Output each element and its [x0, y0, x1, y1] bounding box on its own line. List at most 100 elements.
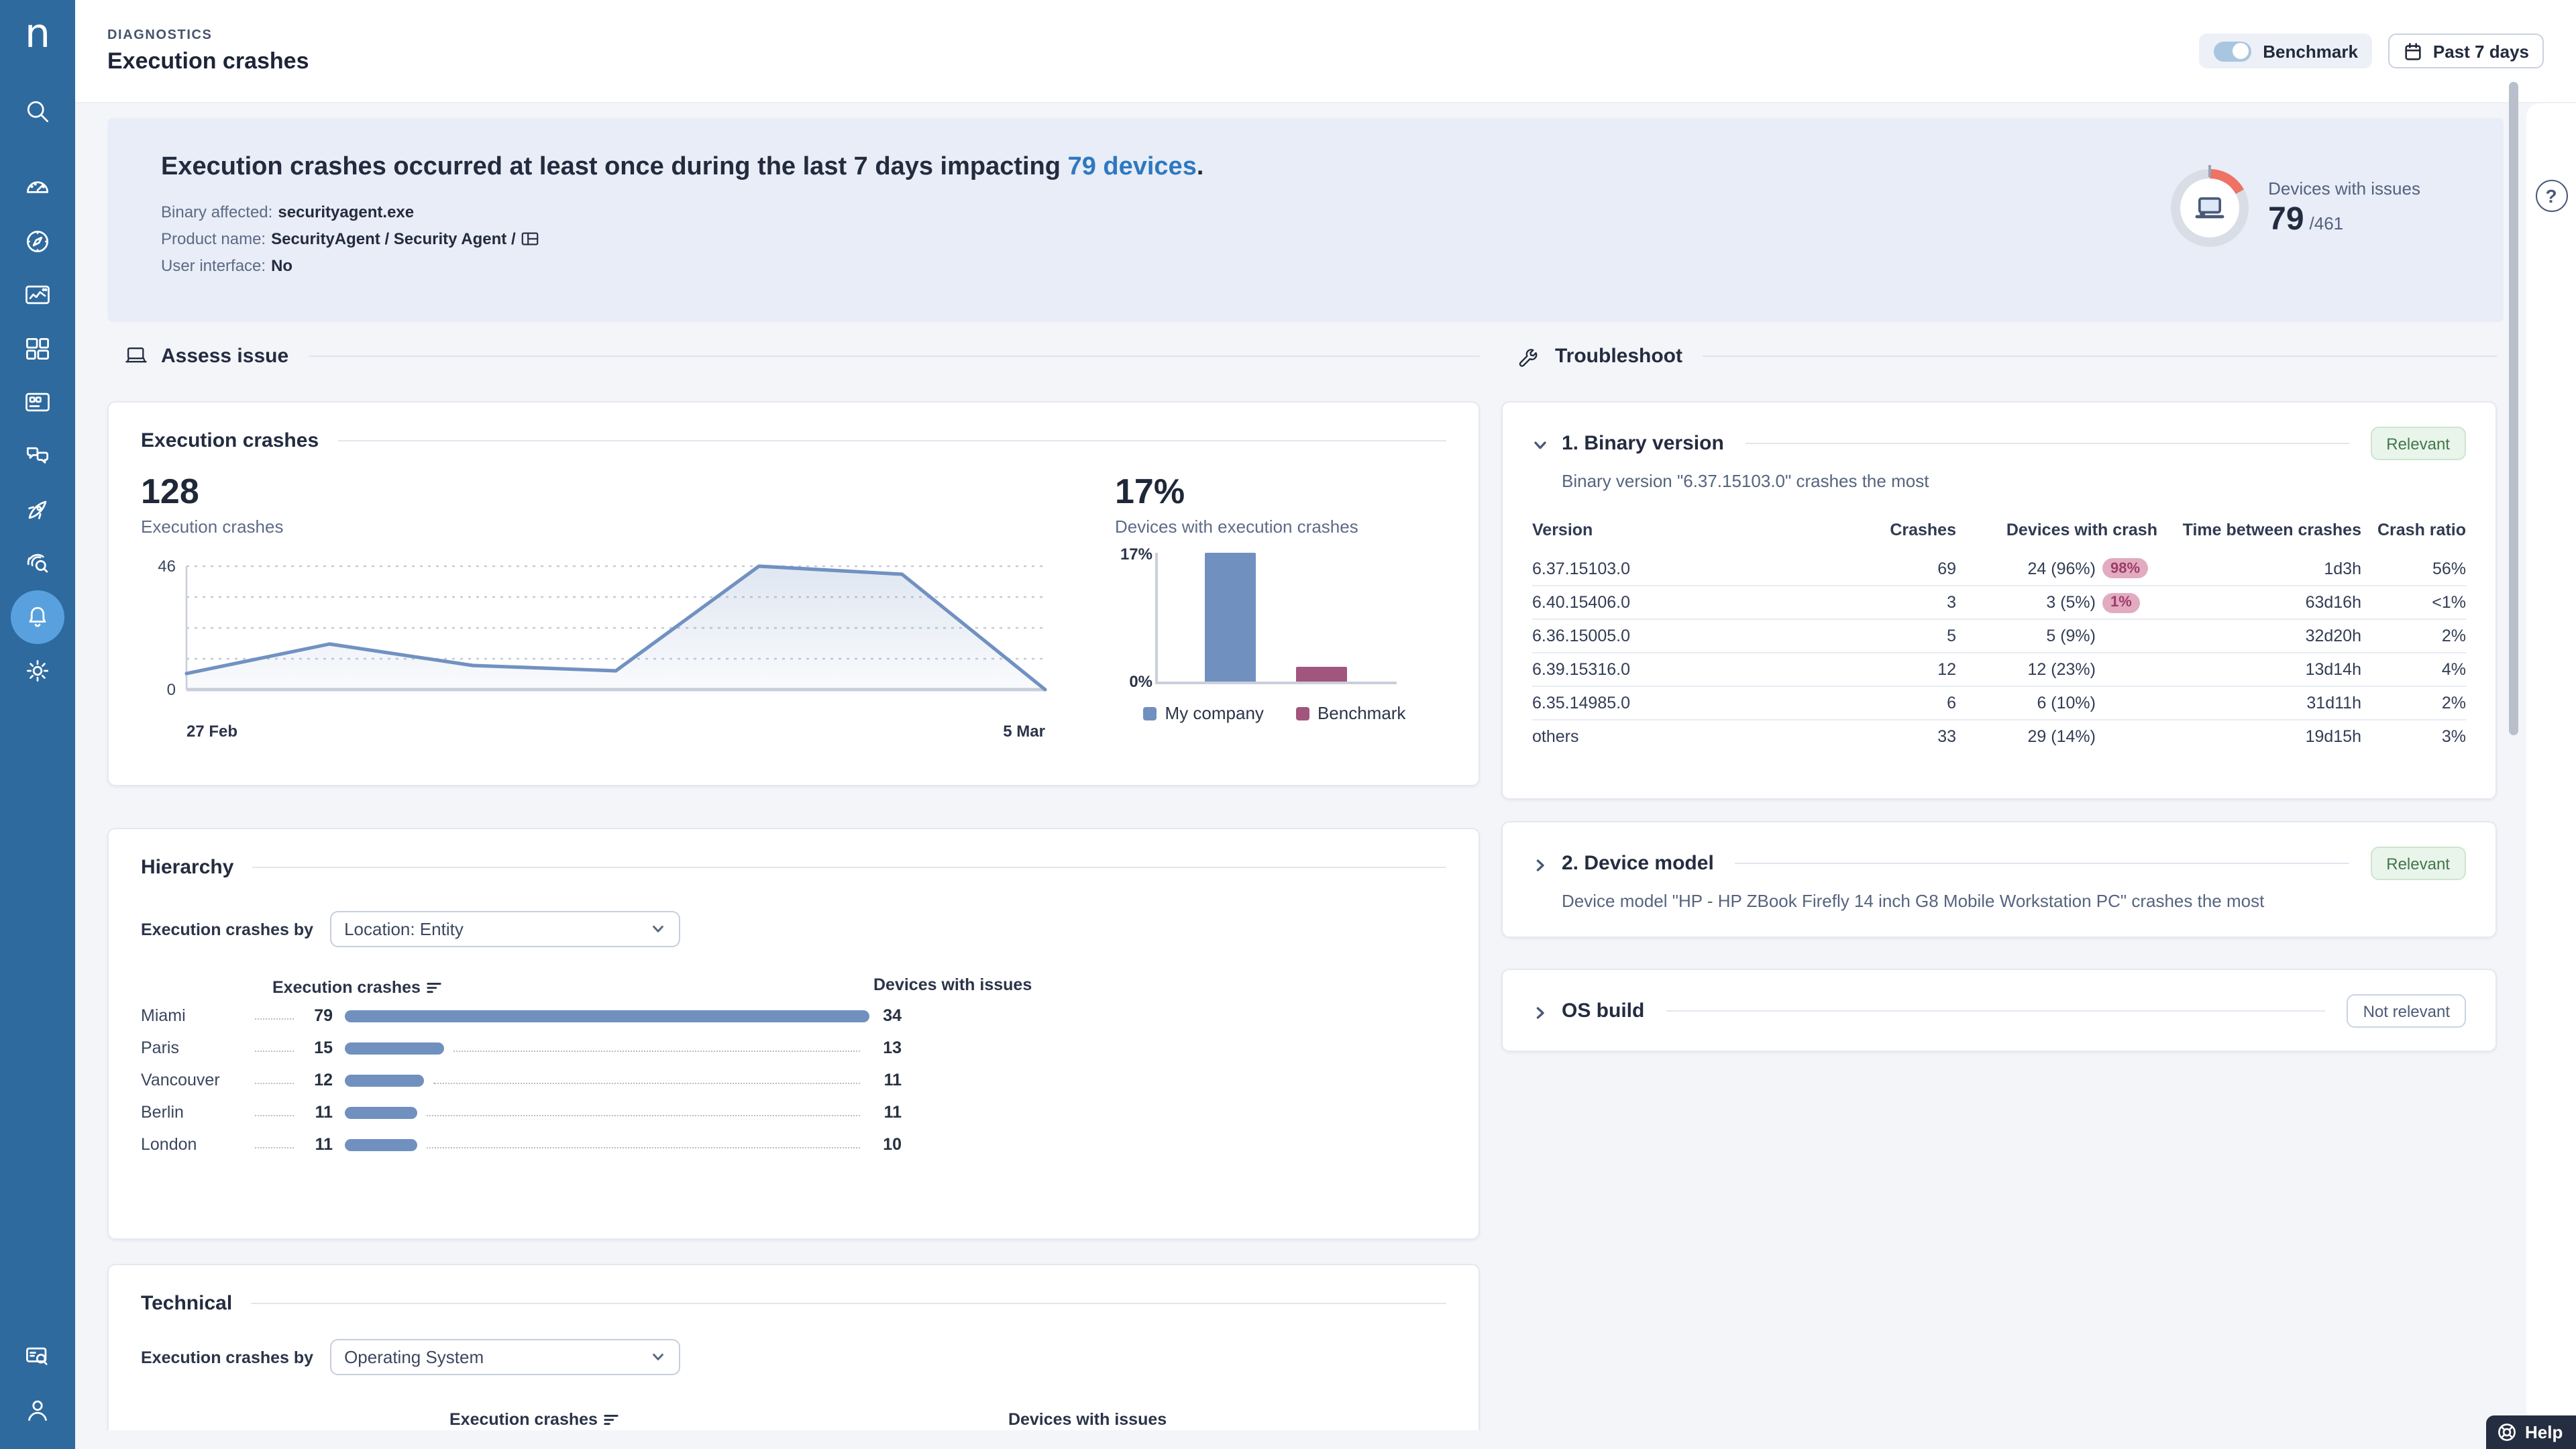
sort-header-crashes[interactable]: Execution crashes — [449, 1410, 619, 1429]
binary-version-subtitle: Binary version "6.37.15103.0" crashes th… — [1562, 471, 2466, 491]
expand-chevron[interactable] — [1532, 855, 1548, 871]
troubleshoot-column: Troubleshoot 1. Binary version Relevant … — [1501, 322, 2497, 1052]
benchmark-pill: 1% — [2102, 592, 2140, 612]
chevron-down-icon — [650, 1350, 665, 1364]
benchmark-toggle[interactable] — [2213, 41, 2251, 61]
sidebar-item-engage[interactable] — [11, 429, 64, 483]
devices-value: 11 — [869, 1103, 902, 1122]
card-title: Technical — [141, 1292, 232, 1315]
sidebar-item-alerts[interactable] — [11, 590, 64, 644]
devices-cell: 3 (5%) — [2046, 593, 2096, 612]
detail-binary-affected: Binary affected: securityagent.exe — [161, 203, 2450, 221]
collapse-chevron[interactable] — [1532, 435, 1548, 451]
sidebar-nav-main — [11, 161, 64, 698]
crashes-value: 11 — [303, 1135, 333, 1154]
bell-icon — [23, 602, 52, 632]
sort-desc-icon — [427, 981, 442, 994]
benchmark-toggle-group[interactable]: Benchmark — [2198, 34, 2373, 68]
gear-icon — [23, 656, 52, 686]
crashes-value: 11 — [303, 1103, 333, 1122]
sidebar-item-remote-actions[interactable] — [11, 1330, 64, 1383]
sidebar-item-investigate[interactable] — [11, 537, 64, 590]
crashes-value: 12 — [303, 1071, 333, 1089]
card-title-row: Hierarchy — [141, 856, 1446, 879]
sidebar-item-act[interactable] — [11, 483, 64, 537]
sidebar-item-monitoring[interactable] — [11, 268, 64, 322]
column-header: Version — [1532, 521, 1860, 539]
relevant-badge[interactable]: Relevant — [2370, 847, 2466, 880]
trend-x-axis: 27 Feb 5 Mar — [186, 722, 1045, 741]
table-row: 6.35.14985.0 6 6 (10%) 31d11h 2% — [1532, 686, 2466, 719]
detail-label: Binary affected: — [161, 203, 272, 221]
relevant-badge[interactable]: Relevant — [2370, 427, 2466, 460]
person-icon — [23, 1395, 52, 1425]
technical-by-select[interactable]: Operating System — [329, 1339, 680, 1375]
version-cell: 6.40.15406.0 — [1532, 593, 1860, 612]
sidebar-item-overview[interactable] — [11, 161, 64, 215]
chevron-down-icon — [1532, 437, 1548, 453]
hierarchy-row: Vancouver 12 11 — [141, 1064, 1446, 1096]
sort-header-crashes[interactable]: Execution crashes — [272, 975, 442, 1000]
sidebar-item-profile[interactable] — [11, 1383, 64, 1437]
sidebar-item-settings[interactable] — [11, 644, 64, 698]
toggle-knob — [2233, 43, 2249, 59]
ratio-cell: <1% — [2361, 593, 2466, 612]
sort-desc-icon — [604, 1413, 619, 1426]
devices-cell: 29 (14%) — [2028, 727, 2096, 746]
sidebar-item-dashboards[interactable] — [11, 322, 64, 376]
layout-grid-icon — [23, 334, 52, 364]
divider — [1735, 863, 2349, 864]
product-grid-icon[interactable] — [521, 229, 540, 248]
devices-cell: 12 (23%) — [2028, 660, 2096, 679]
devices-widget-value: 79 /461 — [2268, 201, 2420, 238]
benchmark-bar — [1296, 666, 1347, 682]
devices-cell: 6 (10%) — [2037, 694, 2096, 712]
troubleshoot-item-title: 1. Binary version — [1562, 432, 1724, 455]
crashes-bar — [345, 1138, 418, 1150]
bar-legend: My company Benchmark — [1115, 703, 1434, 723]
time-cell: 32d20h — [2157, 627, 2361, 645]
legend-label: Benchmark — [1318, 703, 1406, 723]
filter-label: Execution crashes by — [141, 1348, 313, 1366]
help-button[interactable]: Help — [2486, 1415, 2576, 1449]
legend-swatch — [1296, 706, 1309, 720]
vertical-scrollbar-thumb[interactable] — [2509, 82, 2518, 735]
svg-text:0: 0 — [167, 681, 176, 699]
crashes-bar — [345, 1010, 869, 1022]
row-label: Berlin — [141, 1103, 246, 1122]
devices-link[interactable]: 79 devices — [1068, 153, 1197, 181]
legend-benchmark: Benchmark — [1296, 703, 1406, 723]
divider — [251, 1303, 1446, 1304]
my-company-bar — [1205, 553, 1256, 682]
troubleshoot-item-title: 2. Device model — [1562, 852, 1714, 875]
sidebar-item-explore[interactable] — [11, 215, 64, 268]
chevron-down-icon — [650, 922, 665, 936]
table-row: 6.40.15406.0 3 3 (5%)1% 63d16h <1% — [1532, 585, 2466, 619]
date-range-button[interactable]: Past 7 days — [2389, 34, 2544, 68]
gauge-icon — [23, 173, 52, 203]
expand-chevron[interactable] — [1532, 1003, 1548, 1019]
version-cell: 6.39.15316.0 — [1532, 660, 1860, 679]
assess-column: Assess issue Execution crashes 128 Execu… — [107, 322, 1480, 1449]
divider — [337, 440, 1446, 441]
detail-value: SecurityAgent / Security Agent / — [271, 229, 516, 248]
row-label: Paris — [141, 1038, 246, 1057]
sidebar-item-applications[interactable] — [11, 376, 64, 429]
version-cell: 6.35.14985.0 — [1532, 694, 1860, 712]
fingerprint-search-icon — [23, 549, 52, 578]
devices-widget-text: Devices with issues 79 /461 — [2268, 178, 2420, 238]
sidebar-item-search[interactable] — [11, 85, 64, 138]
card-title-row: Execution crashes — [141, 429, 1446, 452]
crashes-cell: 69 — [1860, 559, 1956, 578]
hierarchy-by-select[interactable]: Location: Entity — [329, 911, 680, 947]
select-value: Operating System — [344, 1347, 484, 1367]
filter-label: Execution crashes by — [141, 920, 313, 938]
not-relevant-badge[interactable]: Not relevant — [2347, 994, 2466, 1028]
troubleshoot-section-header: Troubleshoot — [1517, 343, 2497, 369]
crashes-bar — [345, 1106, 418, 1118]
topbar: DIAGNOSTICS Execution crashes Benchmark … — [75, 0, 2576, 103]
help-circle-icon[interactable]: ? — [2535, 180, 2567, 212]
nexthink-logo[interactable]: n — [0, 7, 75, 60]
device-search-icon — [23, 1342, 52, 1371]
divider — [309, 356, 1480, 357]
